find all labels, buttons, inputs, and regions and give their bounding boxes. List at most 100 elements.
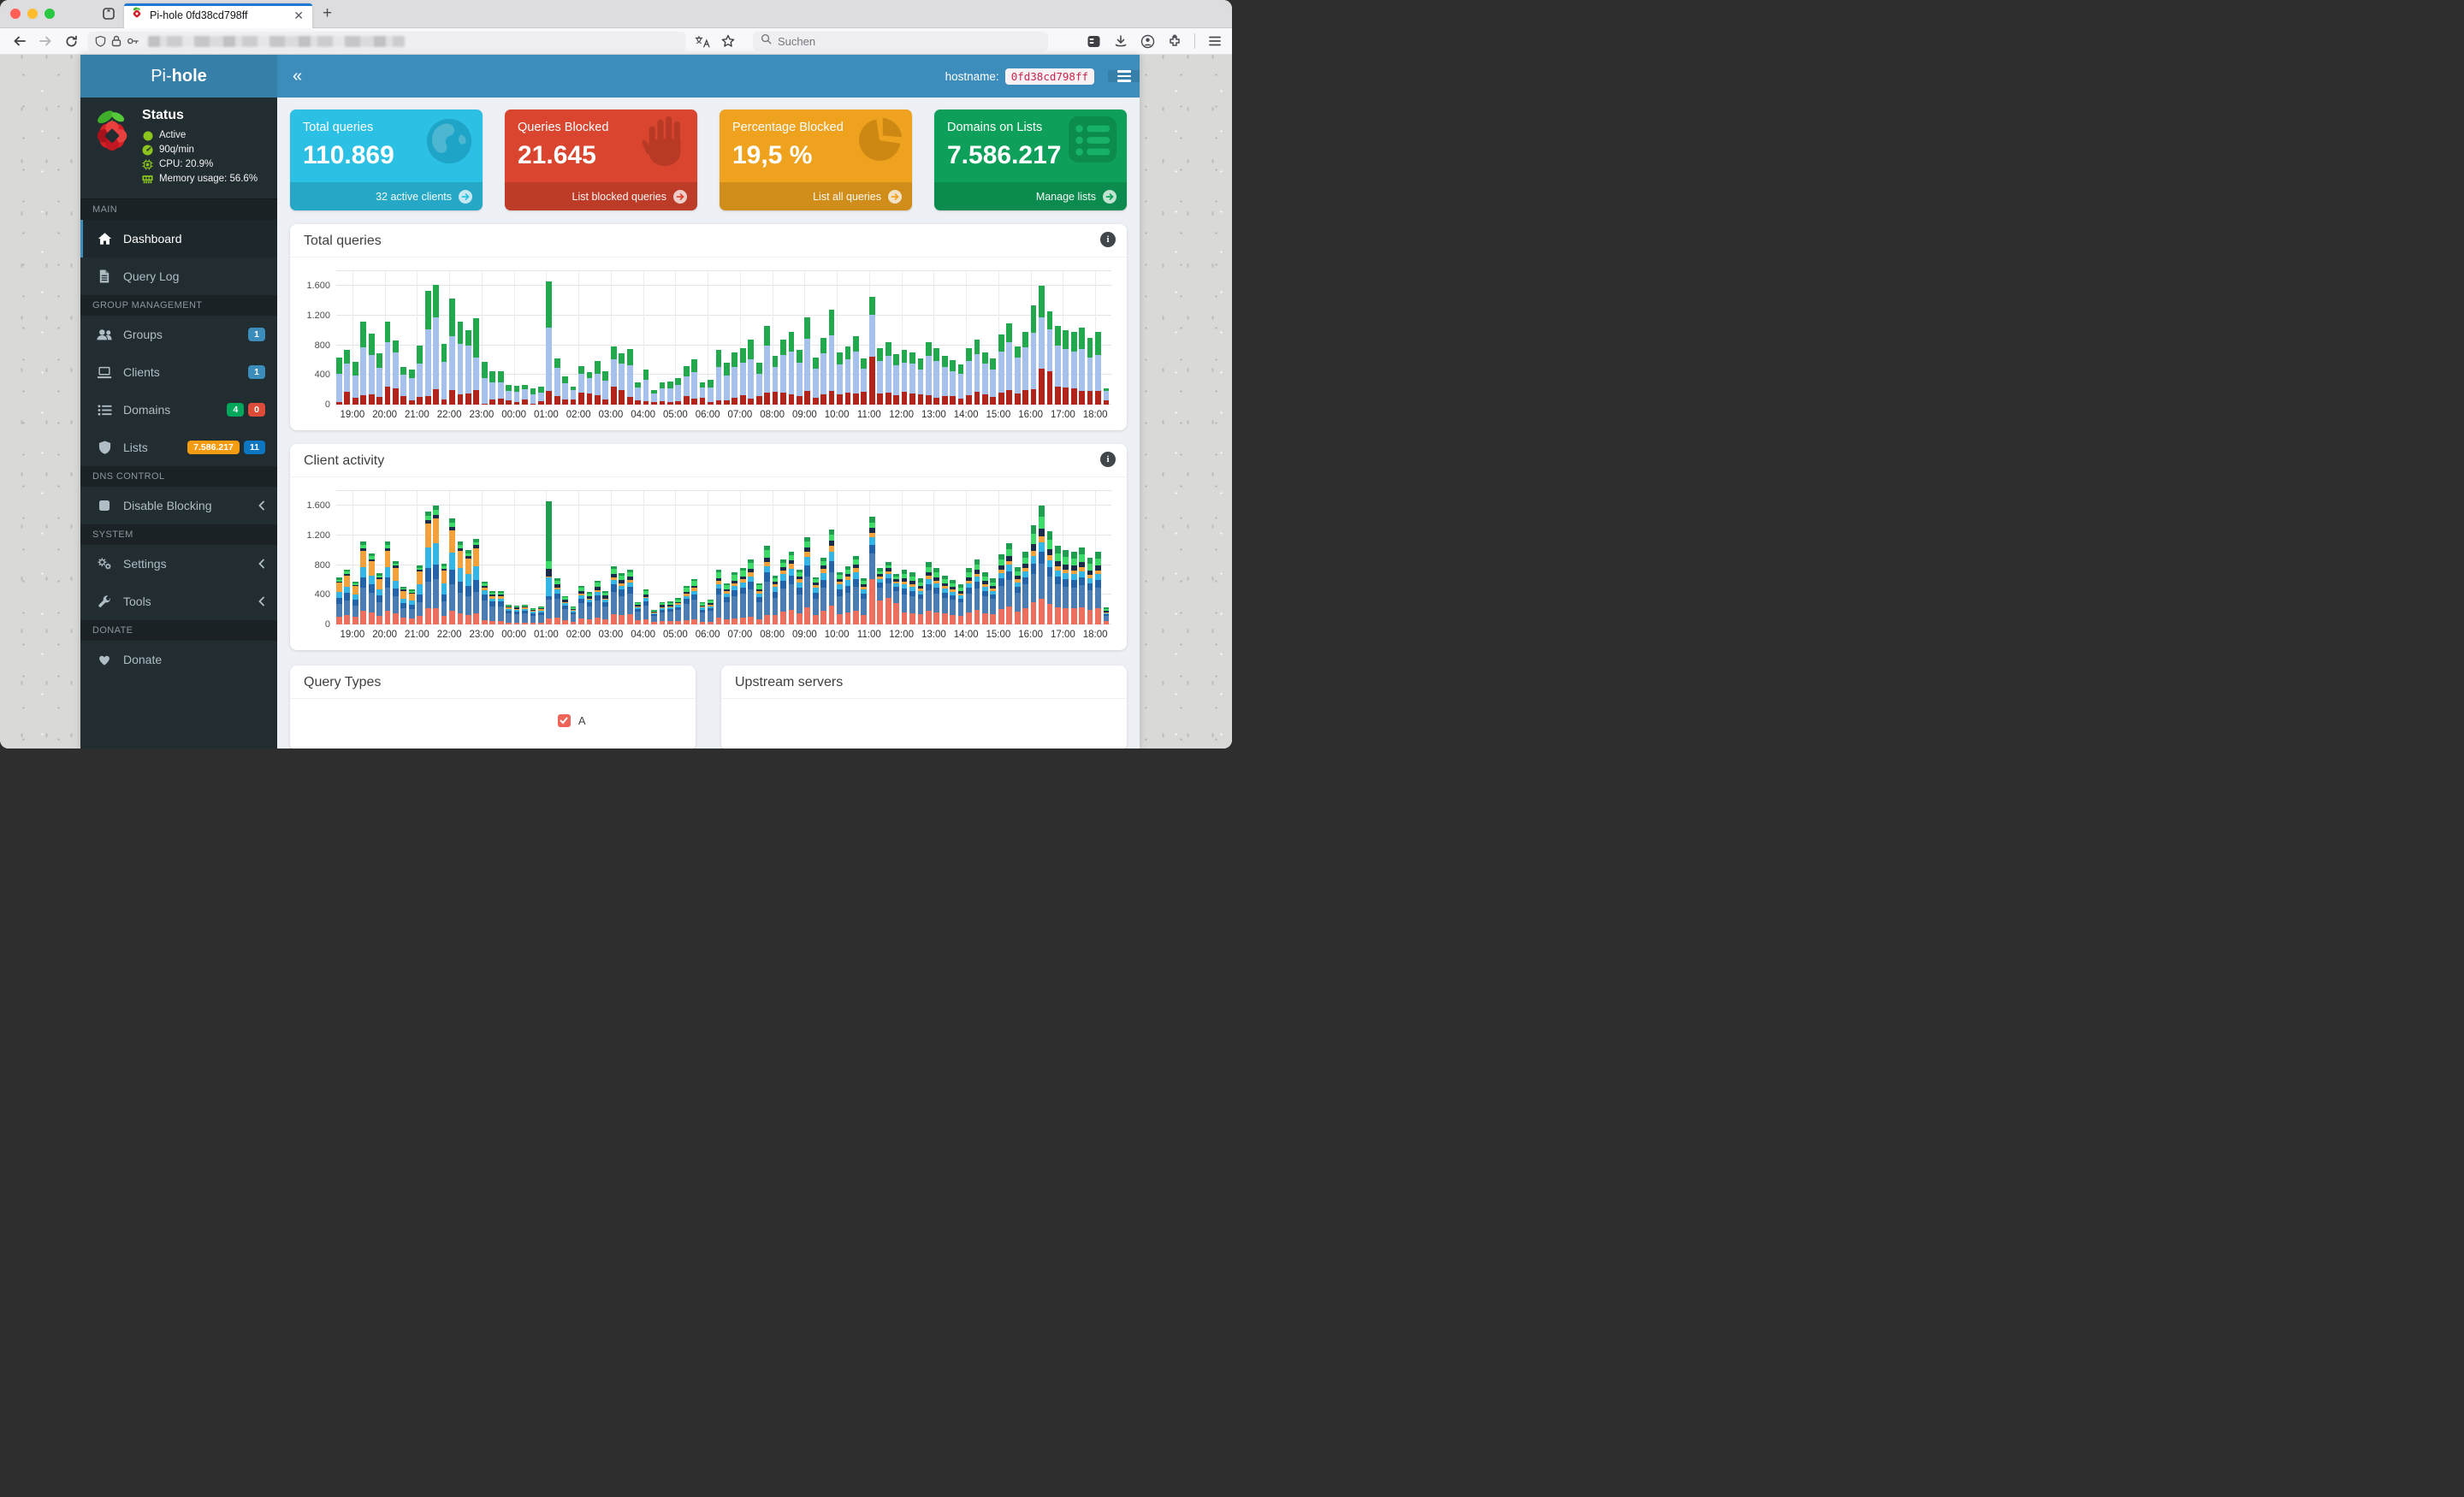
search-input[interactable]: Suchen (753, 31, 1048, 51)
pihole-brand[interactable]: Pi-hole (80, 55, 277, 98)
zoom-window-button[interactable] (44, 9, 55, 19)
panel-title: Total queries (304, 234, 382, 248)
menu-hamburger-icon[interactable] (1208, 35, 1222, 47)
card-value: 110.869 (303, 141, 394, 169)
tab-bar: Pi-hole 0fd38cd798ff ✕ + (0, 0, 1232, 28)
chevron-left-icon (258, 500, 265, 511)
lock-icon[interactable] (111, 35, 121, 47)
total-queries-chart[interactable]: 0 400 800 1.200 1.600 19:00 20:00 21:00 22:00 23:… (293, 263, 1118, 430)
key-icon[interactable] (127, 36, 139, 46)
panel-title: Client activity (304, 453, 385, 468)
sidebar-section-header: SYSTEM (80, 524, 277, 545)
client-activity-panel: Client activity i 0 400 800 1.200 1.600 19:00… (290, 444, 1127, 650)
bookmark-star-icon[interactable] (719, 32, 737, 50)
file-icon (97, 269, 112, 283)
shield-icon (97, 441, 112, 454)
cpu-icon (142, 159, 153, 170)
sidebar-section-header: DONATE (80, 620, 277, 641)
status-row: Memory usage: 56.6% (142, 172, 258, 186)
shield-icon[interactable] (95, 35, 106, 47)
extensions-icon[interactable] (1168, 34, 1182, 48)
search-icon (761, 33, 772, 49)
desktop-background: Pi-hole « hostname: 0fd38cd798ff Status … (0, 55, 1232, 748)
card-queries-blocked[interactable]: Queries Blocked 21.645 List blocked querie… (505, 109, 697, 210)
back-button[interactable] (10, 32, 29, 50)
card-title: Total queries (303, 121, 374, 134)
sidebar-item-domains[interactable]: Domains 4 0 (80, 391, 277, 429)
client-activity-chart[interactable]: 0 400 800 1.200 1.600 19:00 20:00 21:00 22:00 23:… (293, 482, 1118, 650)
sidebar-section-header: MAIN (80, 199, 277, 220)
circle-icon (142, 131, 153, 141)
card-title: Queries Blocked (518, 121, 609, 134)
card-footer-link[interactable]: List all queries (720, 182, 912, 210)
sidebar-collapse-button[interactable]: « (277, 55, 317, 98)
address-bar[interactable] (87, 31, 686, 51)
chevron-left-icon (258, 596, 265, 606)
url-text-redacted (148, 35, 405, 47)
sidebar-item-clients[interactable]: Clients 1 (80, 353, 277, 391)
sidebar-item-disable-blocking[interactable]: Disable Blocking (80, 487, 277, 524)
badge: 11 (243, 441, 265, 454)
browser-toolbar: Suchen (0, 28, 1232, 55)
list-icon (97, 404, 112, 417)
sidebars-icon[interactable] (1087, 34, 1101, 49)
laptop-icon (97, 366, 112, 379)
sidebar-item-query-log[interactable]: Query Log (80, 257, 277, 295)
reload-button[interactable] (62, 32, 80, 50)
card-percentage-blocked[interactable]: Percentage Blocked 19,5 % List all queries (720, 109, 912, 210)
info-icon[interactable]: i (1100, 452, 1116, 467)
wrench-icon (97, 595, 112, 608)
card-footer-link[interactable]: Manage lists (934, 182, 1127, 210)
hostname-value: 0fd38cd798ff (1004, 68, 1094, 85)
hostname-label: hostname: (945, 69, 999, 83)
tab-favicon (131, 7, 143, 24)
sidebar-item-lists[interactable]: Lists 7.586.217 11 (80, 429, 277, 466)
upstream-servers-panel: Upstream servers (721, 666, 1127, 748)
sidebar: Status Active 90q/min CPU: 20.9% Memory usa… (80, 98, 277, 748)
arrow-circle-icon (1103, 189, 1116, 204)
sidebar-item-dashboard[interactable]: Dashboard (80, 220, 277, 257)
sidebar-menu: MAIN Dashboard Query Log GROUP MANAGEMENT Gr… (80, 199, 277, 678)
translate-icon[interactable] (693, 32, 712, 50)
status-title: Status (142, 108, 184, 122)
query-types-legend: A (290, 699, 696, 748)
card-total-queries[interactable]: Total queries 110.869 32 active clients (290, 109, 483, 210)
sidebar-item-groups[interactable]: Groups 1 (80, 316, 277, 353)
minimize-window-button[interactable] (27, 9, 38, 19)
app-menu-button[interactable] (1108, 70, 1140, 82)
card-title: Domains on Lists (947, 121, 1043, 134)
status-row: Active (142, 128, 258, 143)
badge: 1 (248, 365, 265, 379)
badge: 1 (248, 328, 265, 341)
raspberry-logo (92, 108, 132, 186)
info-icon[interactable]: i (1100, 232, 1116, 247)
account-icon[interactable] (1140, 34, 1155, 49)
sidebar-item-donate[interactable]: Donate (80, 641, 277, 678)
app-navbar: Pi-hole « hostname: 0fd38cd798ff (80, 55, 1140, 98)
card-footer-link[interactable]: List blocked queries (505, 182, 697, 210)
arrow-circle-icon (673, 189, 687, 204)
forward-button[interactable] (36, 32, 55, 50)
sidebar-item-settings[interactable]: Settings (80, 545, 277, 583)
firefox-view-icon[interactable] (102, 7, 116, 21)
total-queries-panel: Total queries i 0 400 800 1.200 1.600 19:00 20… (290, 224, 1127, 430)
card-value: 19,5 % (732, 141, 813, 169)
tab-close-icon[interactable]: ✕ (292, 9, 305, 23)
gears-icon (97, 557, 112, 571)
sidebar-section-header: DNS CONTROL (80, 466, 277, 487)
sidebar-item-tools[interactable]: Tools (80, 583, 277, 620)
status-rows: Active 90q/min CPU: 20.9% Memory usage: 56.… (142, 128, 258, 186)
card-domains-on-lists[interactable]: Domains on Lists 7.586.217 Manage lists (934, 109, 1127, 210)
query-type-checkbox-a[interactable]: A (557, 714, 586, 727)
close-window-button[interactable] (10, 9, 21, 19)
chevron-left-icon (258, 559, 265, 569)
downloads-icon[interactable] (1114, 34, 1128, 48)
card-footer-link[interactable]: 32 active clients (290, 182, 483, 210)
browser-tab[interactable]: Pi-hole 0fd38cd798ff ✕ (124, 3, 312, 28)
checkbox-icon[interactable] (557, 714, 571, 727)
status-row: CPU: 20.9% (142, 157, 258, 172)
badge: 7.586.217 (187, 441, 240, 454)
tab-title: Pi-hole 0fd38cd798ff (150, 9, 248, 21)
new-tab-button[interactable]: + (323, 4, 332, 23)
browser-window: Pi-hole 0fd38cd798ff ✕ + Suchen Pi- hole… (0, 0, 1232, 748)
